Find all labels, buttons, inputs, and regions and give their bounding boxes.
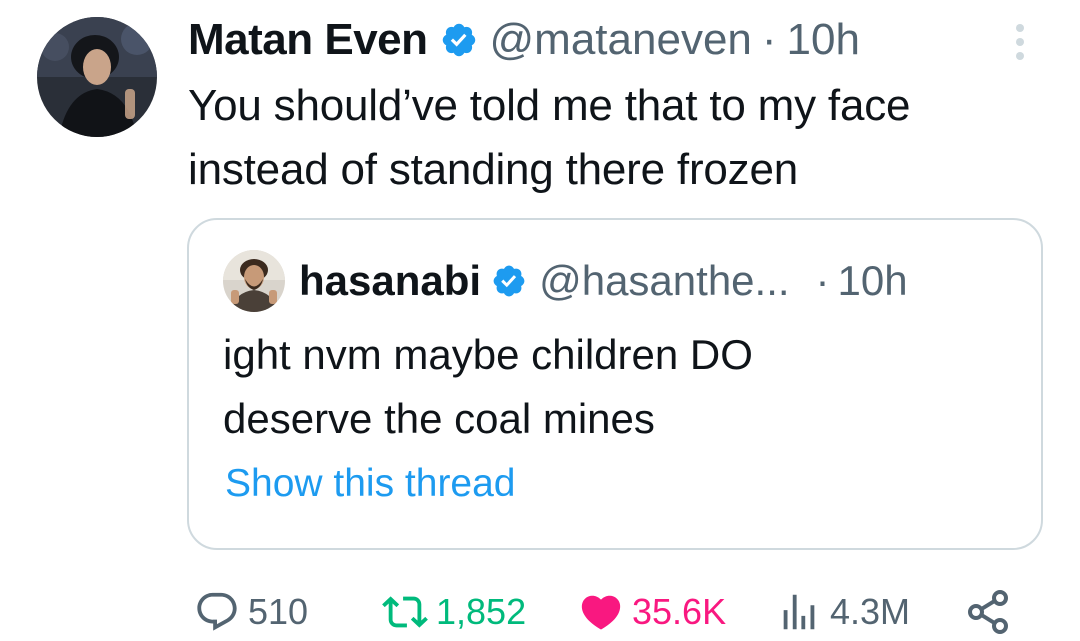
quoted-author-display-name: hasanabi	[299, 257, 482, 304]
quoted-header-separator: ·	[815, 257, 830, 304]
author-avatar[interactable]	[37, 17, 157, 137]
quoted-author-handle: @hasanthe...	[539, 257, 790, 304]
show-thread-link[interactable]: Show this thread	[225, 462, 516, 506]
views-button[interactable]: 4.3M	[776, 584, 910, 640]
tweet-text: You should’ve told me that to my face in…	[188, 74, 1048, 202]
tweet-timestamp[interactable]: 10h	[787, 15, 860, 65]
author-display-name[interactable]: Matan Even	[188, 15, 428, 65]
tweet-action-bar: 510 1,852 35.6K 4.3M	[194, 584, 1024, 640]
analytics-bar-icon	[776, 589, 822, 635]
views-count: 4.3M	[830, 591, 911, 632]
retweet-count: 1,852	[436, 591, 527, 632]
quoted-verified-badge-icon	[491, 263, 527, 299]
like-button[interactable]: 35.6K	[578, 584, 726, 640]
quoted-author-avatar	[223, 250, 285, 312]
share-nodes-icon	[964, 588, 1012, 636]
tweet-text-line: You should’ve told me that to my face	[188, 81, 911, 130]
quoted-tweet-text-line: deserve the coal mines	[223, 395, 655, 442]
reply-icon	[194, 589, 240, 635]
header-separator: ·	[761, 15, 777, 64]
share-button[interactable]	[964, 584, 1012, 640]
retweet-button[interactable]: 1,852	[382, 584, 526, 640]
like-count: 35.6K	[632, 591, 727, 632]
quoted-tweet-text-line: ight nvm maybe children DO	[223, 331, 753, 378]
verified-badge-icon	[440, 21, 478, 59]
retweet-icon	[382, 589, 428, 635]
reply-count: 510	[248, 591, 309, 632]
heart-icon	[578, 589, 624, 635]
tweet-text-line: instead of standing there frozen	[188, 145, 799, 194]
tweet-header: Matan Even @mataneven · 10h	[188, 12, 860, 68]
author-avatar-image	[37, 17, 157, 137]
quoted-tweet-card[interactable]: hasanabi @hasanthe... · 10h ight nvm may…	[187, 218, 1043, 550]
quoted-tweet-header: hasanabi @hasanthe... · 10h	[223, 250, 908, 312]
reply-button[interactable]: 510	[194, 584, 308, 640]
more-options-icon[interactable]	[1008, 18, 1032, 66]
author-handle[interactable]: @mataneven	[490, 15, 752, 65]
quoted-tweet-timestamp: 10h	[837, 257, 908, 304]
quoted-tweet-text: ight nvm maybe children DO deserve the c…	[223, 323, 1023, 451]
